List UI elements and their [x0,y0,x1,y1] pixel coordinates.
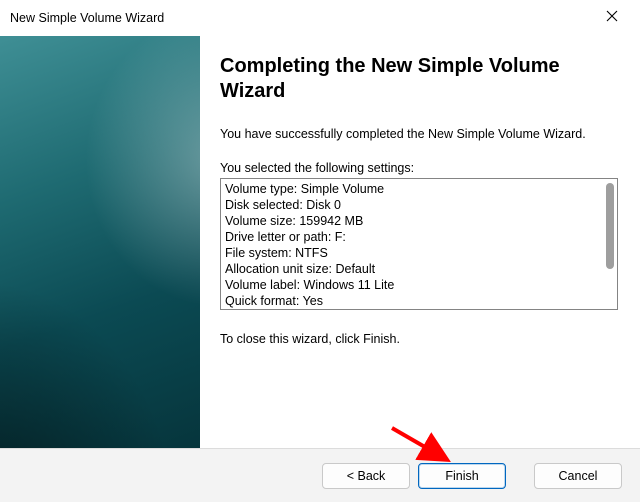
button-row: < Back Finish Cancel [0,448,640,502]
list-item: Quick format: Yes [225,293,597,309]
close-button[interactable] [590,1,634,31]
close-note: To close this wizard, click Finish. [220,332,618,346]
list-item: Allocation unit size: Default [225,261,597,277]
page-heading: Completing the New Simple Volume Wizard [220,54,618,104]
list-item: Volume label: Windows 11 Lite [225,277,597,293]
finish-button[interactable]: Finish [418,463,506,489]
main-panel: Completing the New Simple Volume Wizard … [200,36,640,448]
intro-text: You have successfully completed the New … [220,126,618,143]
cancel-button[interactable]: Cancel [534,463,622,489]
window-title: New Simple Volume Wizard [10,11,590,25]
back-button[interactable]: < Back [322,463,410,489]
content-area: Completing the New Simple Volume Wizard … [0,36,640,448]
settings-list: Volume type: Simple Volume Disk selected… [225,181,597,309]
wizard-side-image [0,36,200,448]
list-item: Drive letter or path: F: [225,229,597,245]
list-item: File system: NTFS [225,245,597,261]
settings-label: You selected the following settings: [220,161,618,175]
titlebar: New Simple Volume Wizard [0,0,640,36]
list-item: Disk selected: Disk 0 [225,197,597,213]
close-icon [606,10,618,22]
list-item: Volume size: 159942 MB [225,213,597,229]
scrollbar-thumb[interactable] [606,183,614,269]
list-item: Volume type: Simple Volume [225,181,597,197]
settings-listbox[interactable]: Volume type: Simple Volume Disk selected… [220,178,618,310]
